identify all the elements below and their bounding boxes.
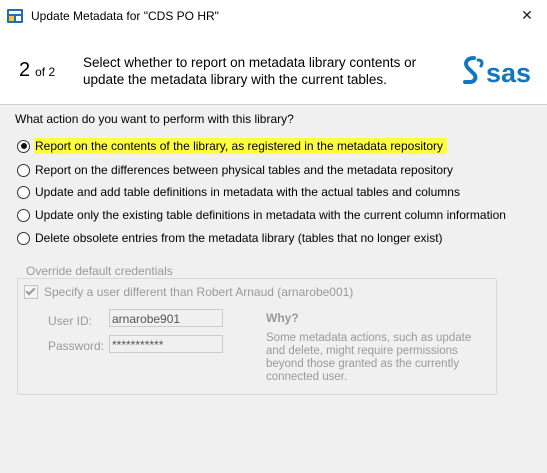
step-total: of 2 <box>35 65 56 79</box>
option-label: Delete obsolete entries from the metadat… <box>35 231 443 245</box>
sas-logo-text: sas <box>486 58 531 87</box>
option-update-existing[interactable]: Update only the existing table definitio… <box>17 207 506 223</box>
window-title: Update Metadata for "CDS PO HR" <box>31 9 219 23</box>
password-field: *********** <box>109 335 223 353</box>
step-indicator: 2 of 2 <box>19 59 55 82</box>
specify-user-label: Specify a user different than Robert Arn… <box>44 285 354 299</box>
option-label: Report on the contents of the library, a… <box>34 138 447 154</box>
close-button[interactable]: ✕ <box>507 0 547 31</box>
action-question: What action do you want to perform with … <box>15 112 294 126</box>
specify-user-checkbox <box>24 285 38 299</box>
close-icon: ✕ <box>521 7 533 23</box>
specify-user-checkbox-row: Specify a user different than Robert Arn… <box>24 285 353 299</box>
option-label: Update only the existing table definitio… <box>35 208 506 222</box>
option-delete-obsolete[interactable]: Delete obsolete entries from the metadat… <box>17 230 443 246</box>
credentials-legend: Override default credentials <box>24 264 175 278</box>
radio-button-selected[interactable] <box>17 139 30 153</box>
radio-button[interactable] <box>17 163 30 177</box>
step-current: 2 <box>19 59 31 81</box>
userid-label: User ID: <box>48 314 93 328</box>
wizard-header: 2 of 2 Select whether to report on metada… <box>0 31 547 105</box>
option-label: Report on the differences between physic… <box>35 163 454 177</box>
radio-button[interactable] <box>17 231 30 245</box>
userid-field: arnarobe901 <box>109 309 223 327</box>
option-report-differences[interactable]: Report on the differences between physic… <box>17 162 453 178</box>
sas-logo: sas <box>460 55 544 88</box>
password-label: Password: <box>48 339 105 353</box>
sas-logo-icon: sas <box>463 56 531 88</box>
why-description: Some metadata actions, such as update an… <box>266 332 472 383</box>
why-title: Why? <box>266 311 299 325</box>
radio-button[interactable] <box>17 185 30 199</box>
radio-button[interactable] <box>17 208 30 222</box>
option-update-add[interactable]: Update and add table definitions in meta… <box>17 184 460 200</box>
option-report-contents[interactable]: Report on the contents of the library, a… <box>17 138 447 154</box>
header-description: Select whether to report on metadata lib… <box>83 55 417 87</box>
sas-app-icon <box>7 9 23 23</box>
option-label: Update and add table definitions in meta… <box>35 185 460 199</box>
title-bar: Update Metadata for "CDS PO HR" ✕ <box>0 0 547 31</box>
